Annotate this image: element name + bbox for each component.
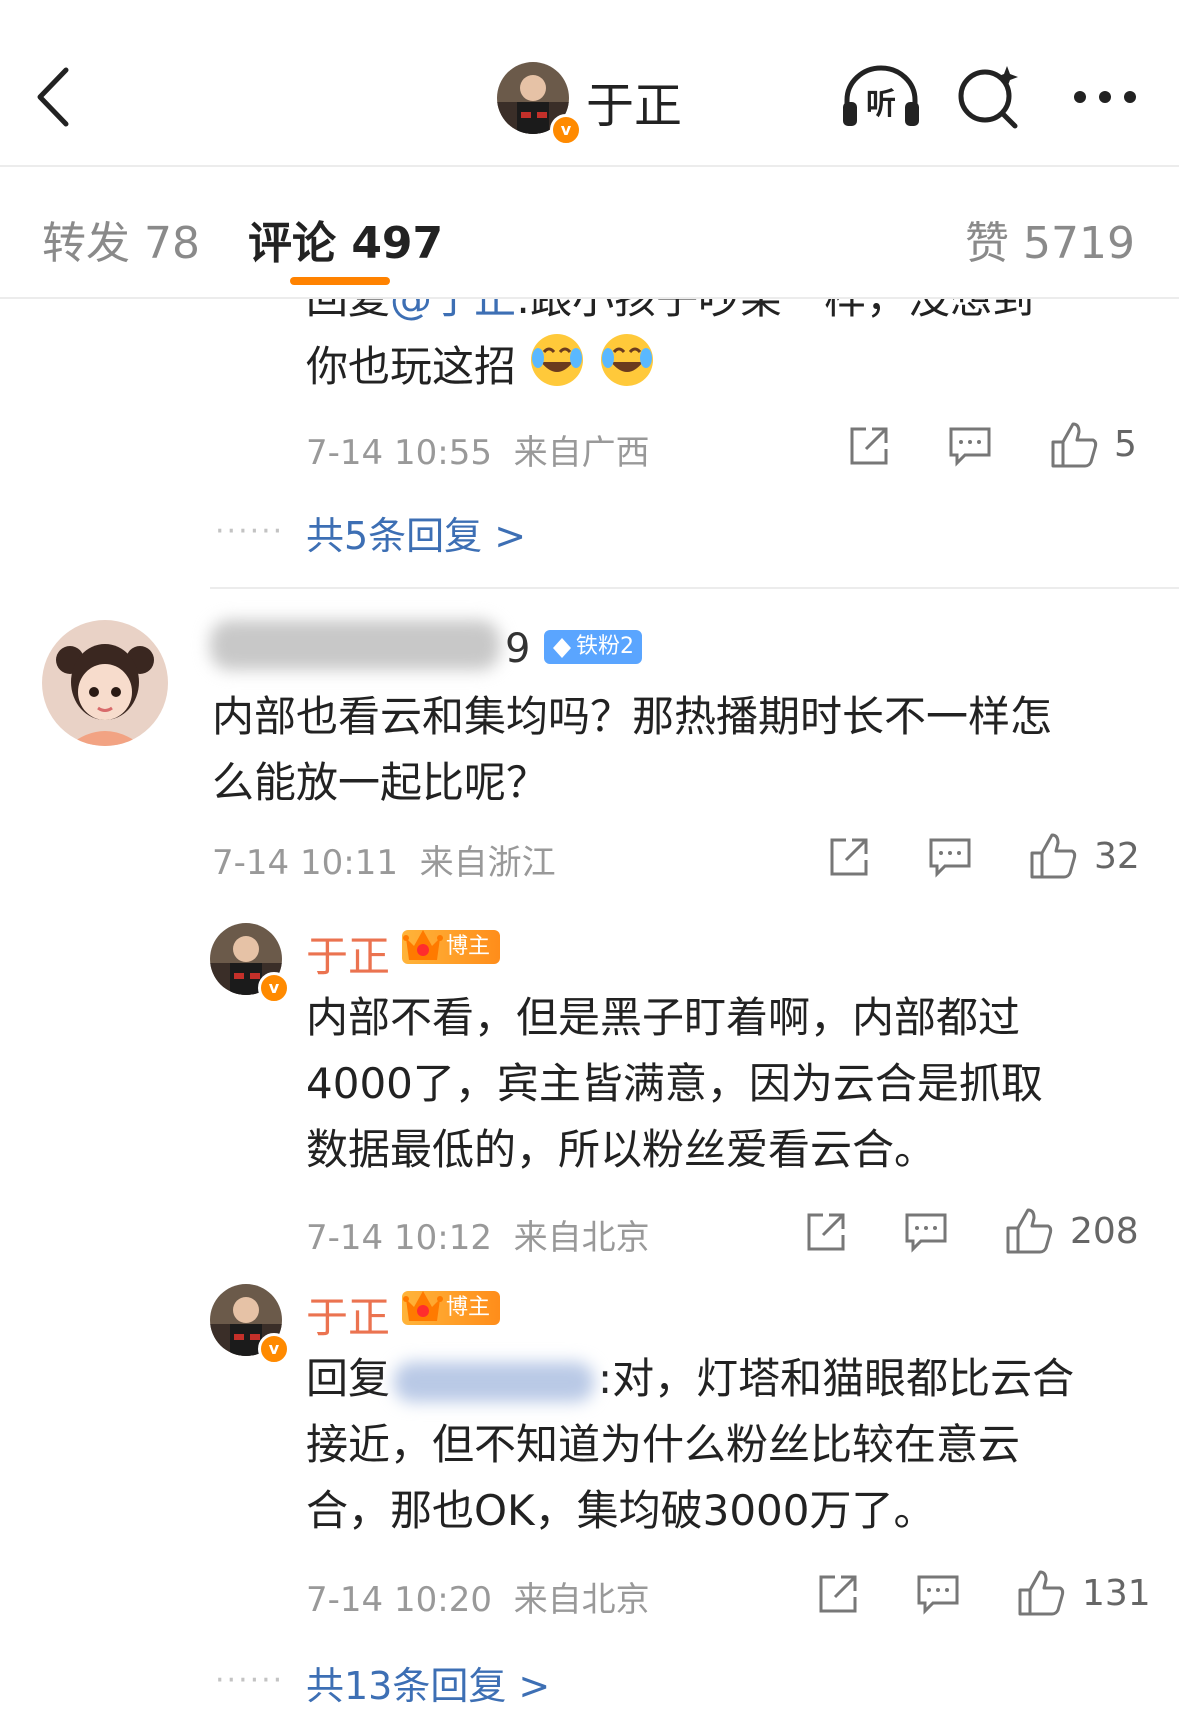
timestamp: 7-14 10:12 来自北京 bbox=[306, 1218, 650, 1258]
reply-text-line1: 内部不看，但是黑子盯着啊，内部都过 bbox=[306, 993, 1021, 1042]
partial-reply-line2: 你也玩这招 bbox=[306, 332, 655, 407]
active-tab-indicator bbox=[290, 277, 390, 285]
reply-text-line2: 接近，但不知道为什么粉丝比较在意云 bbox=[306, 1420, 1021, 1469]
verified-badge-icon: v bbox=[258, 972, 290, 1004]
like-icon[interactable] bbox=[1004, 1206, 1053, 1254]
comment-text-line2: 么能放一起比呢？ bbox=[212, 758, 549, 807]
host-name[interactable]: 于正 bbox=[306, 1284, 390, 1345]
view-replies-link[interactable]: 共5条回复 > bbox=[306, 505, 526, 560]
comment-icon[interactable] bbox=[915, 1571, 961, 1617]
headphones-icon[interactable]: 听 bbox=[836, 52, 926, 142]
timestamp: 7-14 10:11 来自浙江 bbox=[212, 843, 556, 883]
like-count: 5 bbox=[1114, 424, 1137, 465]
username-tail: 9 bbox=[505, 626, 531, 672]
timestamp: 7-14 10:55 来自广西 bbox=[306, 433, 650, 473]
username-redacted bbox=[210, 620, 500, 670]
mention-redacted bbox=[394, 1361, 595, 1402]
like-count: 208 bbox=[1070, 1211, 1139, 1252]
crown-icon bbox=[402, 1285, 444, 1340]
ai-search-icon[interactable] bbox=[945, 52, 1035, 142]
view-replies-link[interactable]: 共13条回复 > bbox=[306, 1655, 550, 1710]
host-name[interactable]: 于正 bbox=[306, 923, 390, 984]
fan-badge: 铁粉2 bbox=[544, 630, 642, 664]
timestamp: 7-14 10:20 来自北京 bbox=[306, 1580, 650, 1620]
like-count: 131 bbox=[1082, 1573, 1151, 1614]
tab-repost[interactable]: 转发 78 bbox=[42, 207, 200, 271]
laugh-cry-emoji-icon bbox=[529, 332, 585, 407]
comment-icon[interactable] bbox=[947, 423, 993, 469]
diamond-icon bbox=[552, 636, 572, 670]
reply-text-line3: 数据最低的，所以粉丝爱看云合。 bbox=[306, 1125, 937, 1174]
reply-dots: ······ bbox=[215, 1663, 285, 1698]
reply-text-line2: 4000了，宾主皆满意，因为云合是抓取 bbox=[306, 1059, 1043, 1108]
tab-bar: 转发 78 评论 497 赞 5719 bbox=[0, 167, 1179, 299]
tab-likes[interactable]: 赞 5719 bbox=[965, 207, 1135, 271]
more-icon[interactable] bbox=[1060, 52, 1150, 142]
page-title: 于正 bbox=[586, 78, 683, 134]
like-count: 32 bbox=[1094, 836, 1140, 877]
share-icon[interactable] bbox=[815, 1571, 861, 1617]
listen-label: 听 bbox=[866, 87, 896, 122]
host-badge: 博主 bbox=[402, 930, 501, 964]
laugh-cry-emoji-icon bbox=[599, 332, 655, 407]
comment-icon[interactable] bbox=[903, 1209, 949, 1255]
comment-text-line1: 内部也看云和集均吗？那热播期时长不一样怎 bbox=[212, 692, 1053, 741]
comment-icon[interactable] bbox=[927, 834, 973, 880]
like-icon[interactable] bbox=[1028, 831, 1077, 879]
like-icon[interactable] bbox=[1049, 420, 1098, 468]
share-icon[interactable] bbox=[826, 834, 872, 880]
host-badge: 博主 bbox=[402, 1291, 501, 1325]
crown-icon bbox=[402, 924, 444, 979]
share-icon[interactable] bbox=[803, 1209, 849, 1255]
reply-text-line3: 合，那也OK，集均破3000万了。 bbox=[306, 1486, 936, 1535]
tab-comments[interactable]: 评论 497 bbox=[248, 207, 443, 271]
divider bbox=[210, 587, 1179, 589]
verified-badge-icon: v bbox=[258, 1333, 290, 1365]
top-bar: v 于正 听 bbox=[0, 0, 1179, 167]
reply-dots: ······ bbox=[215, 514, 285, 549]
like-icon[interactable] bbox=[1016, 1568, 1065, 1616]
reply-text-line1: 回复:对，灯塔和猫眼都比云合 bbox=[306, 1354, 1075, 1403]
back-arrow-icon[interactable] bbox=[30, 62, 80, 132]
verified-badge-icon: v bbox=[550, 114, 582, 146]
share-icon[interactable] bbox=[846, 423, 892, 469]
user-avatar[interactable] bbox=[42, 620, 168, 746]
